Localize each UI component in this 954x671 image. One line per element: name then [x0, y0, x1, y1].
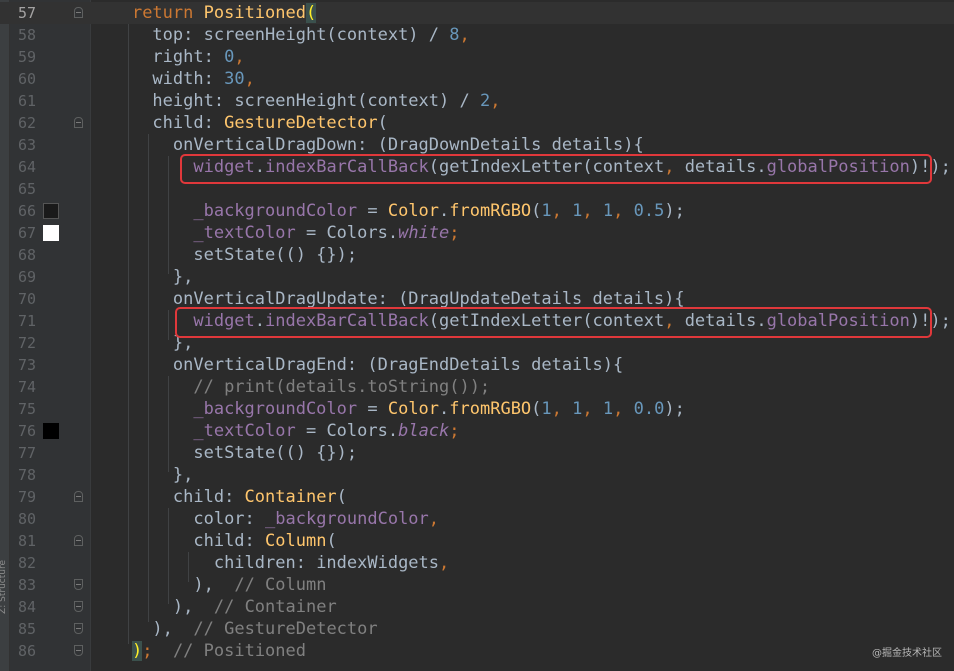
code-text: onVerticalDragDown: (DragDownDetails det…	[172, 135, 644, 155]
code-line[interactable]: 62 child: GestureDetector(	[0, 112, 954, 134]
line-number: 70	[17, 290, 36, 308]
line-number: 78	[17, 466, 36, 484]
line-number: 65	[17, 180, 36, 198]
fold-toggle-icon[interactable]	[74, 645, 83, 656]
color-swatch-icon[interactable]	[43, 203, 59, 219]
line-number: 86	[17, 642, 36, 660]
code-line[interactable]: 80 color: _backgroundColor,	[0, 508, 954, 530]
line-number: 82	[17, 554, 36, 572]
code-line[interactable]: 60 width: 30,	[0, 68, 954, 90]
code-line[interactable]: 74 // print(details.toString());	[0, 376, 954, 398]
line-number: 58	[17, 26, 36, 44]
code-text: _textColor = Colors.white;	[193, 223, 460, 243]
code-text: child: Container(	[172, 487, 347, 507]
fold-toggle-icon[interactable]	[74, 535, 83, 546]
code-text: right: 0,	[152, 47, 245, 67]
code-text: color: _backgroundColor,	[193, 509, 440, 529]
code-text: _backgroundColor = Color.fromRGBO(1, 1, …	[193, 399, 685, 419]
code-line[interactable]: 73 onVerticalDragEnd: (DragEndDetails de…	[0, 354, 954, 376]
code-line[interactable]: 81 child: Column(	[0, 530, 954, 552]
code-line[interactable]: 83 ), // Column	[0, 574, 954, 596]
line-number: 72	[17, 334, 36, 352]
code-line[interactable]: 63 onVerticalDragDown: (DragDownDetails …	[0, 134, 954, 156]
fold-toggle-icon[interactable]	[74, 623, 83, 634]
code-line[interactable]: 69 },	[0, 266, 954, 288]
fold-toggle-icon[interactable]	[74, 579, 83, 590]
code-text: },	[172, 267, 194, 287]
line-number: 63	[17, 136, 36, 154]
line-number: 59	[17, 48, 36, 66]
code-text: // print(details.toString());	[193, 377, 491, 397]
line-number: 74	[17, 378, 36, 396]
highlight-box-line-64	[180, 154, 932, 184]
code-text: },	[172, 465, 194, 485]
fold-toggle-icon[interactable]	[74, 7, 83, 18]
code-text: _backgroundColor = Color.fromRGBO(1, 1, …	[193, 201, 685, 221]
code-line[interactable]: 85 ), // GestureDetector	[0, 618, 954, 640]
code-text: child: Column(	[193, 531, 337, 551]
line-number: 80	[17, 510, 36, 528]
line-number: 67	[17, 224, 36, 242]
line-number: 79	[17, 488, 36, 506]
code-text: setState(() {});	[193, 245, 358, 265]
code-line[interactable]: 79 child: Container(	[0, 486, 954, 508]
line-number: 64	[17, 158, 36, 176]
highlight-box-line-71	[175, 307, 932, 338]
code-text: _textColor = Colors.black;	[193, 421, 460, 441]
code-line[interactable]: 58 top: screenHeight(context) / 8,	[0, 24, 954, 46]
code-text: ); // Positioned	[131, 641, 306, 661]
color-swatch-icon[interactable]	[43, 423, 59, 439]
code-line[interactable]: 75 _backgroundColor = Color.fromRGBO(1, …	[0, 398, 954, 420]
code-text: return Positioned(	[131, 3, 317, 23]
code-text: ), // Column	[193, 575, 327, 595]
code-editor[interactable]: Z: Structure 57 return Positioned( 58 to…	[0, 0, 954, 671]
line-number: 84	[17, 598, 36, 616]
line-number: 68	[17, 246, 36, 264]
code-line[interactable]: 67 _textColor = Colors.white;	[0, 222, 954, 244]
line-number: 83	[17, 576, 36, 594]
line-number: 60	[17, 70, 36, 88]
fold-toggle-icon[interactable]	[74, 117, 83, 128]
line-number: 71	[17, 312, 36, 330]
code-text: width: 30,	[152, 69, 255, 89]
line-number: 69	[17, 268, 36, 286]
watermark: @掘金技术社区	[872, 648, 942, 659]
line-number: 62	[17, 114, 36, 132]
code-text: top: screenHeight(context) / 8,	[152, 25, 470, 45]
code-line[interactable]: 82 children: indexWidgets,	[0, 552, 954, 574]
code-line[interactable]: 76 _textColor = Colors.black;	[0, 420, 954, 442]
line-number: 57	[17, 4, 36, 22]
fold-toggle-icon[interactable]	[74, 601, 83, 612]
line-number: 66	[17, 202, 36, 220]
code-line[interactable]: 77 setState(() {});	[0, 442, 954, 464]
code-line[interactable]: 66 _backgroundColor = Color.fromRGBO(1, …	[0, 200, 954, 222]
code-text: onVerticalDragEnd: (DragEndDetails detai…	[172, 355, 624, 375]
color-swatch-icon[interactable]	[43, 225, 59, 241]
code-text: height: screenHeight(context) / 2,	[152, 91, 501, 111]
line-number: 85	[17, 620, 36, 638]
code-line[interactable]: 57 return Positioned(	[0, 2, 954, 24]
code-line[interactable]: 78 },	[0, 464, 954, 486]
code-line[interactable]: 61 height: screenHeight(context) / 2,	[0, 90, 954, 112]
line-number: 73	[17, 356, 36, 374]
code-line[interactable]: 59 right: 0,	[0, 46, 954, 68]
code-line[interactable]: 86 ); // Positioned	[0, 640, 954, 662]
code-line[interactable]: 68 setState(() {});	[0, 244, 954, 266]
line-number: 81	[17, 532, 36, 550]
code-text: children: indexWidgets,	[213, 553, 450, 573]
code-text: ), // Container	[172, 597, 337, 617]
line-number: 61	[17, 92, 36, 110]
code-text: setState(() {});	[193, 443, 358, 463]
code-text: child: GestureDetector(	[152, 113, 388, 133]
line-number: 77	[17, 444, 36, 462]
code-line[interactable]: 84 ), // Container	[0, 596, 954, 618]
line-number: 76	[17, 422, 36, 440]
code-text: ), // GestureDetector	[152, 619, 378, 639]
fold-toggle-icon[interactable]	[74, 491, 83, 502]
line-number: 75	[17, 400, 36, 418]
